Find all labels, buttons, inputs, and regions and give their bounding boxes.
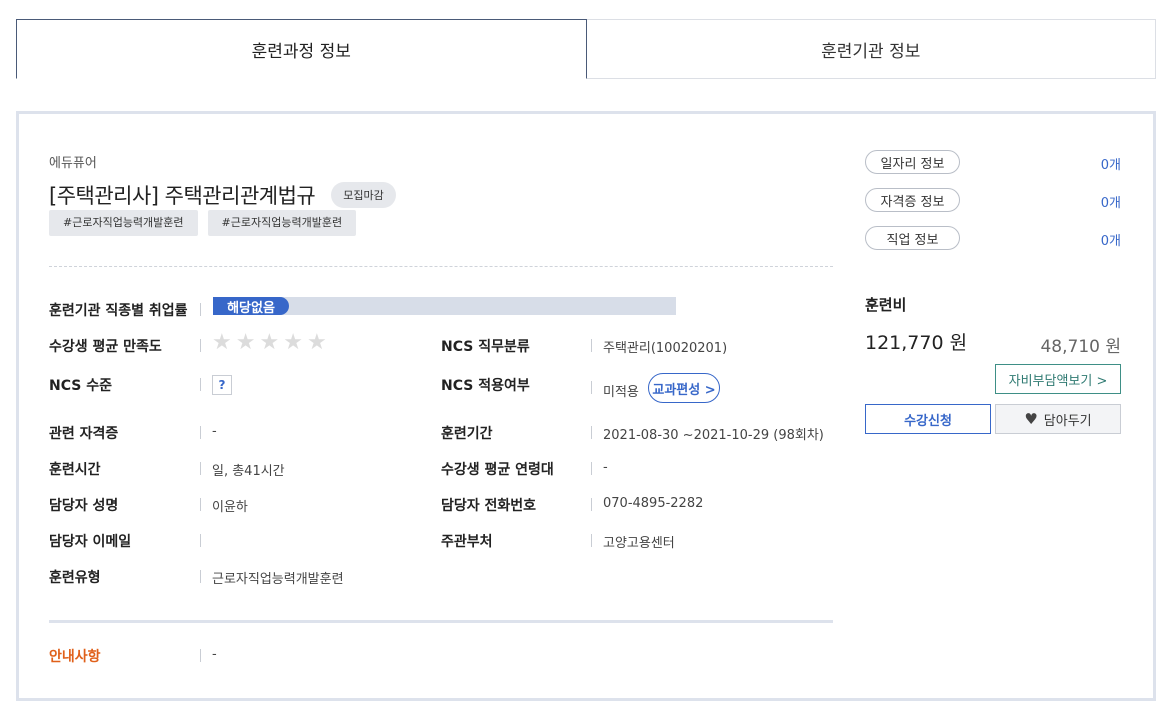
cert-label: 관련 자격증: [49, 426, 119, 442]
manager-label: 담당자 성명: [49, 498, 119, 514]
period-label: 훈련기간: [441, 426, 493, 442]
hours-value: 일, 총41시간: [212, 464, 285, 479]
heart-icon: ♥: [1024, 410, 1038, 428]
divider: [49, 620, 833, 623]
type-value: 근로자직업능력개발훈련: [212, 572, 344, 587]
tab-course-info[interactable]: 훈련과정 정보: [16, 19, 587, 79]
star-icon: ★: [259, 330, 280, 355]
tab-institution-info[interactable]: 훈련기관 정보: [586, 19, 1156, 79]
self-pay-button[interactable]: 자비부담액보기 >: [995, 364, 1121, 394]
divider: [200, 534, 201, 547]
hours-label: 훈련시간: [49, 462, 101, 478]
hashtag[interactable]: #근로자직업능력개발훈련: [49, 210, 198, 236]
divider: [200, 649, 201, 662]
phone-label: 담당자 전화번호: [441, 498, 537, 514]
divider: [200, 378, 201, 391]
fee-price: 121,770 원: [865, 332, 968, 354]
ncs-job-label: NCS 직무분류: [441, 339, 530, 355]
hashtag[interactable]: #근로자직업능력개발훈련: [207, 210, 357, 236]
dept-label: 주관부처: [441, 534, 493, 550]
employment-rate-value: 해당없음: [213, 297, 289, 316]
hashtag-list: #근로자직업능력개발훈련 #근로자직업능력개발훈련: [49, 210, 357, 236]
satisfaction-label: 수강생 평균 만족도: [49, 339, 162, 355]
age-value: -: [603, 460, 608, 475]
ncs-apply-value: 미적용: [603, 385, 639, 400]
dept-value: 고양고용센터: [603, 536, 675, 551]
divider: [200, 462, 201, 475]
divider: [49, 266, 833, 267]
divider: [200, 303, 201, 316]
ncs-level-label: NCS 수준: [49, 378, 112, 394]
self-pay-amount: 48,710 원: [1040, 337, 1121, 357]
occupation-info-button[interactable]: 직업 정보: [865, 226, 960, 250]
job-info-button[interactable]: 일자리 정보: [865, 150, 960, 174]
divider: [591, 339, 592, 352]
cert-info-button[interactable]: 자격증 정보: [865, 188, 960, 212]
curriculum-button[interactable]: 교과편성 >: [648, 373, 720, 403]
employment-rate-label: 훈련기관 직종별 취업률: [49, 303, 188, 319]
star-icon: ★: [306, 330, 327, 355]
star-icon: ★: [235, 330, 256, 355]
manager-value: 이윤하: [212, 500, 248, 515]
period-value: 2021-08-30 ~2021-10-29 (98회차): [603, 428, 824, 443]
divider: [200, 339, 201, 352]
star-icon: ★: [212, 330, 232, 355]
divider: [200, 426, 201, 439]
provider-name: 에듀퓨어: [49, 156, 97, 171]
notice-value: -: [212, 647, 217, 662]
tab-bar: 훈련과정 정보 훈련기관 정보: [16, 19, 1156, 79]
divider: [591, 534, 592, 547]
divider: [591, 498, 592, 511]
notice-label: 안내사항: [49, 649, 101, 665]
wishlist-button[interactable]: ♥ 담아두기: [995, 404, 1121, 434]
type-label: 훈련유형: [49, 570, 101, 586]
course-detail-card: 에듀퓨어 [주택관리사] 주택관리관계법규 모집마감 #근로자직업능력개발훈련 …: [16, 111, 1156, 701]
divider: [591, 426, 592, 439]
occupation-info-count[interactable]: 0개: [1101, 230, 1121, 249]
divider: [591, 462, 592, 475]
email-label: 담당자 이메일: [49, 534, 132, 550]
divider: [200, 498, 201, 511]
status-badge: 모집마감: [331, 182, 396, 208]
divider: [200, 570, 201, 583]
phone-value: 070-4895-2282: [603, 496, 704, 511]
title-row: [주택관리사] 주택관리관계법규 모집마감: [49, 180, 396, 210]
star-icon: ★: [283, 330, 303, 355]
ncs-apply-label: NCS 적용여부: [441, 378, 530, 394]
cert-info-count[interactable]: 0개: [1101, 192, 1121, 211]
satisfaction-stars: ★ ★ ★ ★ ★: [212, 332, 327, 354]
course-title: [주택관리사] 주택관리관계법규: [49, 184, 316, 208]
ncs-job-value: 주택관리(10020201): [603, 341, 728, 356]
age-label: 수강생 평균 연령대: [441, 462, 554, 478]
wishlist-button-label: 담아두기: [1043, 413, 1092, 429]
fee-label: 훈련비: [865, 296, 907, 314]
apply-button[interactable]: 수강신청: [865, 404, 991, 434]
job-info-count[interactable]: 0개: [1101, 154, 1121, 173]
cert-value: -: [212, 424, 217, 439]
help-icon[interactable]: ?: [212, 375, 232, 395]
divider: [591, 381, 592, 394]
employment-rate-bar: 해당없음: [213, 297, 676, 316]
